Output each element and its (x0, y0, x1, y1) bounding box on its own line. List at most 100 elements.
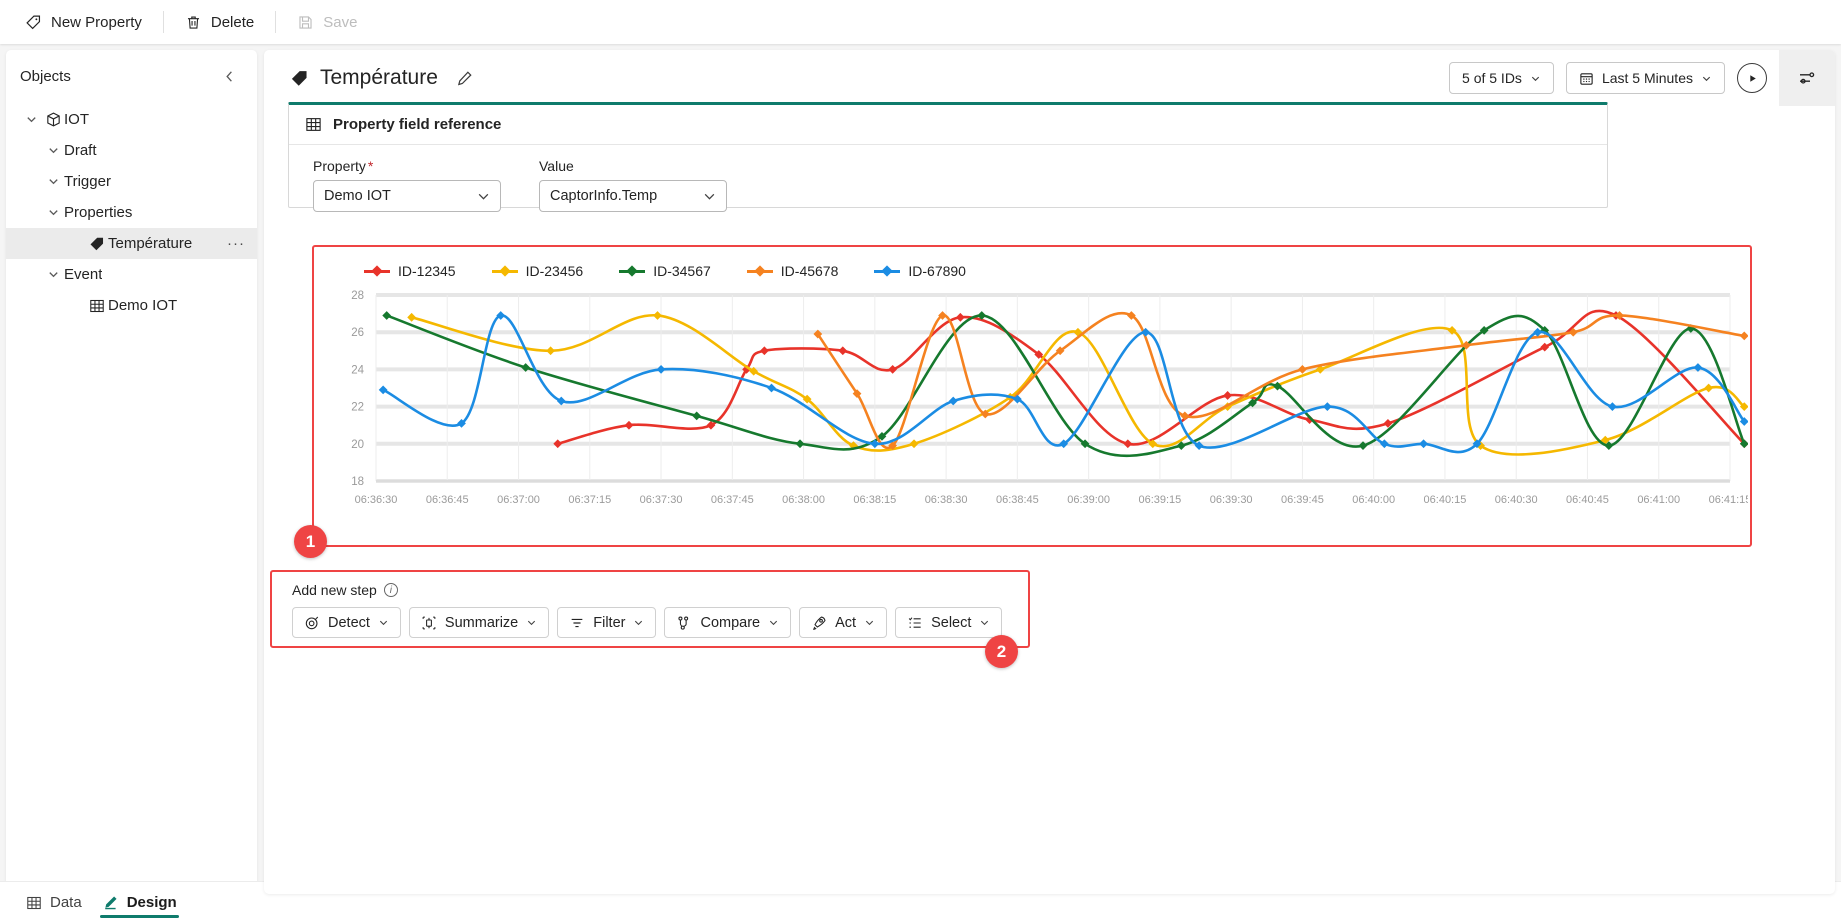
sliders-icon (1797, 68, 1817, 88)
tag-icon (86, 236, 108, 252)
tree-item-label: Draft (64, 142, 97, 159)
step-button-compare[interactable]: Compare (664, 607, 792, 638)
property-field-reference-card: Property field reference Property * Demo … (288, 102, 1608, 212)
tab-data[interactable]: Data (16, 882, 92, 923)
svg-text:18: 18 (351, 476, 364, 488)
svg-text:06:40:00: 06:40:00 (1352, 494, 1395, 506)
sidebar: Objects IOT Draft Trigger Properties Tempéra… (6, 50, 257, 894)
legend-item-id-23456[interactable]: ID-23456 (491, 263, 583, 279)
svg-text:06:37:00: 06:37:00 (497, 494, 540, 506)
tree-item-draft[interactable]: Draft (6, 135, 257, 166)
save-button[interactable]: Save (286, 6, 368, 38)
property-label-text: Property (313, 158, 366, 174)
value-field-group: Value CaptorInfo.Temp (539, 158, 727, 212)
delete-label: Delete (210, 13, 255, 31)
table-icon (305, 116, 322, 133)
sidebar-title: Objects (20, 67, 71, 85)
tree-item-more-button[interactable]: ··· (223, 235, 249, 252)
card-title: Property field reference (333, 116, 502, 133)
chevron-down-icon (1530, 73, 1541, 84)
legend-item-id-12345[interactable]: ID-12345 (364, 263, 456, 279)
tree-item-temp-rature[interactable]: Température ··· (6, 228, 257, 259)
svg-text:06:36:30: 06:36:30 (355, 494, 398, 506)
new-property-label: New Property (51, 13, 142, 31)
chevron-down-icon[interactable] (42, 206, 64, 219)
step-button-detect[interactable]: Detect (292, 607, 401, 638)
tree-item-properties[interactable]: Properties (6, 197, 257, 228)
svg-text:06:38:00: 06:38:00 (782, 494, 825, 506)
tree-item-iot[interactable]: IOT (6, 104, 257, 135)
chart-legend: ID-12345 ID-23456 ID-34567 ID-45678 ID-67890 (314, 247, 1750, 279)
info-icon[interactable]: i (383, 583, 398, 597)
legend-label: ID-12345 (398, 263, 456, 279)
property-select[interactable]: Demo IOT (313, 180, 501, 212)
property-field-group: Property * Demo IOT (313, 158, 501, 212)
target-icon (304, 615, 320, 631)
chart-panel: ID-12345 ID-23456 ID-34567 ID-45678 ID-67890… (312, 245, 1752, 547)
chevron-down-icon (703, 190, 716, 203)
annotation-badge-2: 2 (985, 635, 1018, 668)
tab-design-label: Design (126, 894, 177, 911)
tag-icon (290, 69, 309, 88)
chevron-down-icon (864, 617, 875, 628)
property-select-value: Demo IOT (324, 188, 391, 204)
legend-label: ID-45678 (780, 263, 839, 279)
svg-text:24: 24 (351, 364, 364, 376)
svg-text:06:39:00: 06:39:00 (1067, 494, 1110, 506)
legend-label: ID-67890 (908, 263, 966, 279)
settings-button[interactable] (1779, 50, 1835, 106)
svg-text:06:37:45: 06:37:45 (711, 494, 754, 506)
chevron-down-icon (1701, 73, 1712, 84)
step-button-label: Act (835, 614, 857, 631)
svg-text:06:38:30: 06:38:30 (925, 494, 968, 506)
value-select[interactable]: CaptorInfo.Temp (539, 180, 727, 212)
legend-item-id-45678[interactable]: ID-45678 (746, 263, 839, 279)
tree-item-label: Trigger (64, 173, 111, 190)
card-body: Property * Demo IOT Value CaptorInfo.Temp (289, 145, 1607, 212)
header-controls: 5 of 5 IDs Last 5 Minutes (1449, 50, 1835, 106)
compare-icon (676, 615, 692, 631)
delete-button[interactable]: Delete (174, 6, 265, 38)
step-button-label: Compare (700, 614, 761, 631)
svg-text:06:38:15: 06:38:15 (853, 494, 896, 506)
chevron-down-icon (633, 617, 644, 628)
tree-item-label: Event (64, 266, 103, 283)
tree-item-event[interactable]: Event (6, 259, 257, 290)
run-button[interactable] (1737, 63, 1767, 93)
tab-data-label: Data (50, 894, 82, 911)
tree-item-label: IOT (64, 111, 89, 128)
step-button-act[interactable]: Act (799, 607, 888, 638)
chevron-down-icon (979, 617, 990, 628)
legend-item-id-34567[interactable]: ID-34567 (619, 263, 711, 279)
tab-design[interactable]: Design (92, 882, 187, 923)
tree-item-trigger[interactable]: Trigger (6, 166, 257, 197)
tree-item-demo-iot[interactable]: Demo IOT (6, 290, 257, 321)
pencil-icon[interactable] (451, 64, 479, 92)
legend-marker (619, 265, 646, 277)
svg-text:06:39:45: 06:39:45 (1281, 494, 1324, 506)
legend-label: ID-34567 (653, 263, 711, 279)
chevron-left-icon[interactable] (217, 64, 241, 88)
chevron-down-icon[interactable] (20, 113, 42, 126)
chevron-down-icon[interactable] (42, 268, 64, 281)
chevron-down-icon (768, 617, 779, 628)
step-button-label: Detect (328, 614, 370, 631)
legend-item-id-67890[interactable]: ID-67890 (874, 263, 966, 279)
svg-text:06:37:15: 06:37:15 (568, 494, 611, 506)
property-label: Property * (313, 158, 501, 174)
card-header: Property field reference (289, 105, 1607, 145)
chevron-down-icon[interactable] (42, 175, 64, 188)
svg-text:28: 28 (351, 290, 364, 302)
step-button-summarize[interactable]: Summarize (408, 607, 550, 638)
calendar-icon (1579, 71, 1594, 86)
svg-text:06:39:15: 06:39:15 (1138, 494, 1181, 506)
checklist-icon (907, 615, 923, 631)
cube-icon (42, 111, 64, 128)
step-button-filter[interactable]: Filter (557, 607, 657, 638)
id-filter-dropdown[interactable]: 5 of 5 IDs (1449, 62, 1554, 94)
chevron-down-icon[interactable] (42, 144, 64, 157)
legend-marker (746, 265, 773, 277)
step-button-select[interactable]: Select (895, 607, 1003, 638)
new-property-button[interactable]: New Property (14, 6, 153, 38)
time-range-dropdown[interactable]: Last 5 Minutes (1565, 62, 1725, 94)
